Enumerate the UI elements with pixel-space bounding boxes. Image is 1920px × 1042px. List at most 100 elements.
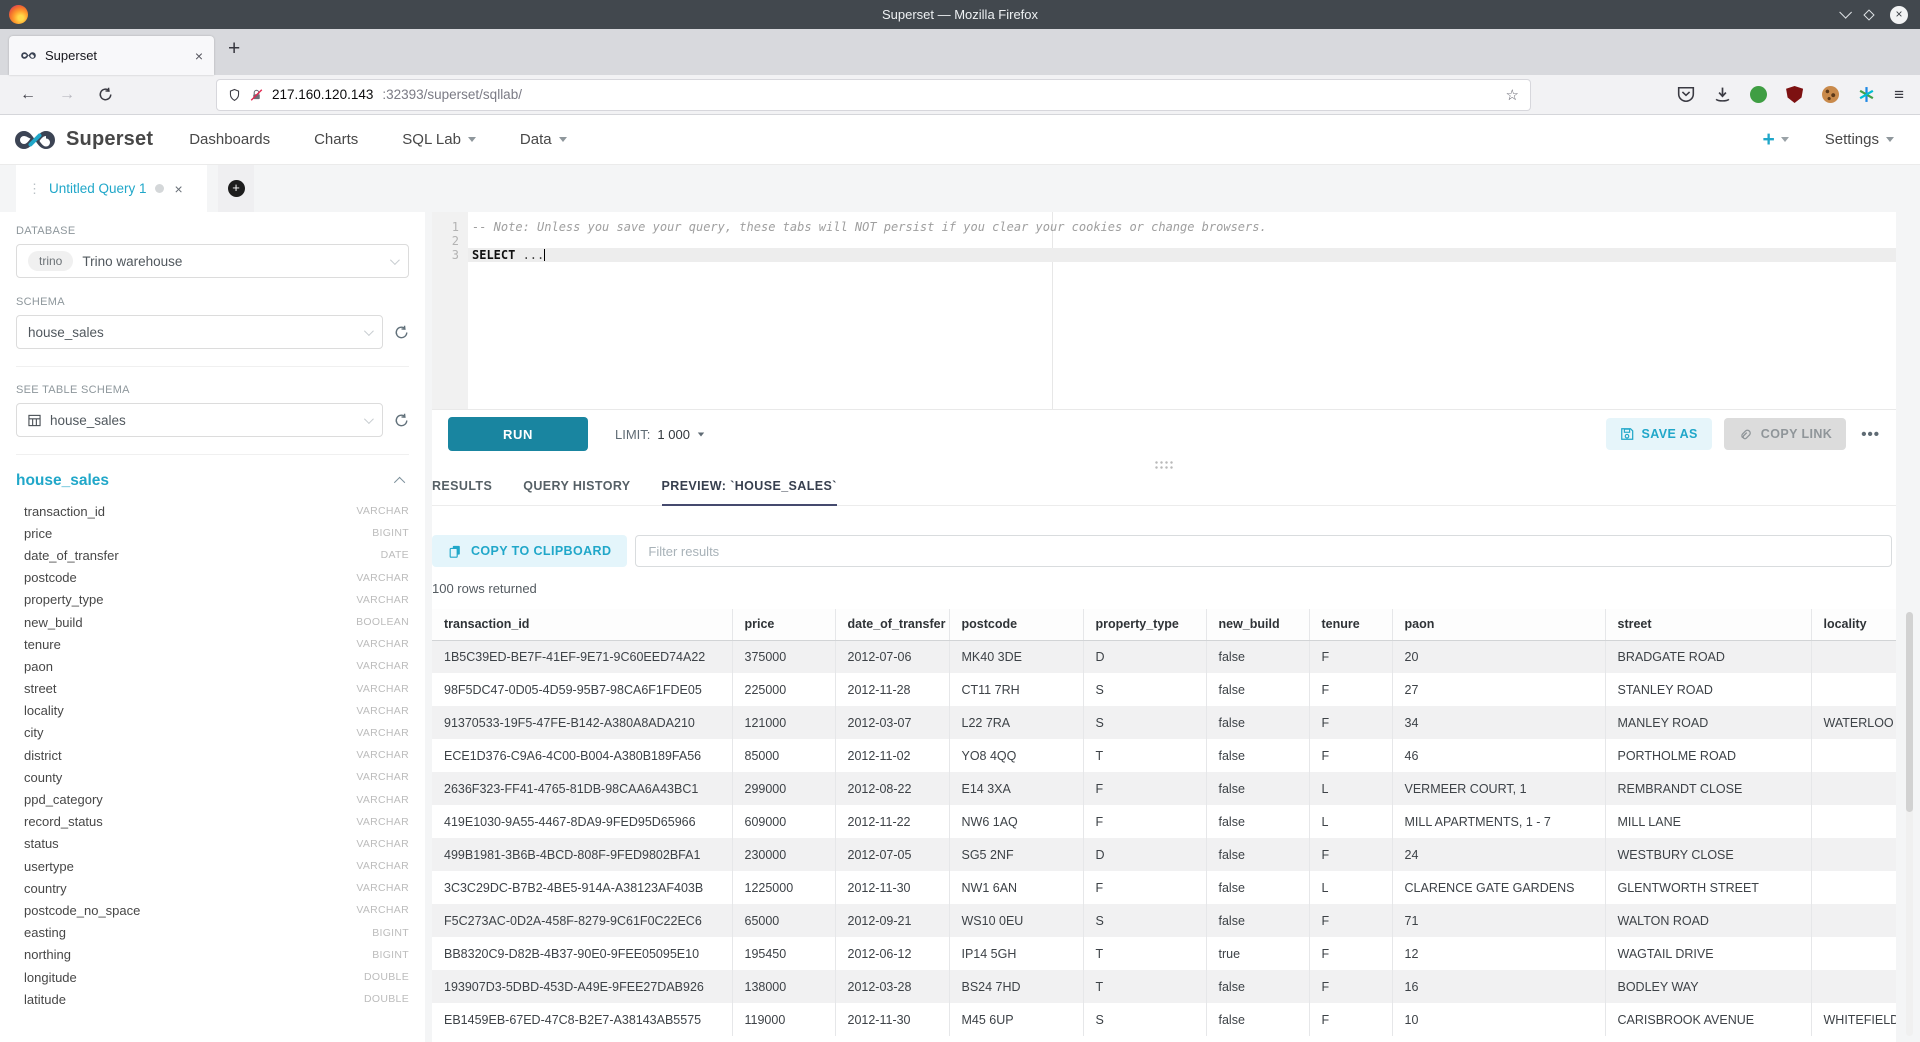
collapse-chevron-icon[interactable] xyxy=(394,477,405,488)
nav-item-dashboards[interactable]: Dashboards xyxy=(189,131,270,148)
window-close-icon[interactable]: × xyxy=(1890,6,1908,24)
refresh-schemas-icon[interactable] xyxy=(394,325,409,340)
download-icon[interactable] xyxy=(1714,86,1731,103)
schema-column-row[interactable]: property_type VARCHAR xyxy=(16,589,409,611)
shield-permissions-icon[interactable] xyxy=(228,88,241,102)
settings-menu[interactable]: Settings xyxy=(1825,131,1894,148)
schema-column-row[interactable]: paon VARCHAR xyxy=(16,655,409,677)
new-item-button[interactable]: + xyxy=(1763,128,1789,152)
results-tab[interactable]: RESULTS xyxy=(432,479,492,505)
schema-column-row[interactable]: ppd_category VARCHAR xyxy=(16,788,409,810)
table-cell: 1B5C39ED-BE7F-41EF-9E71-9C60EED74A22 xyxy=(432,640,732,673)
url-field[interactable]: 217.160.120.143:32393/superset/sqllab/ ☆ xyxy=(217,80,1530,110)
tab-close-icon[interactable]: × xyxy=(195,48,203,64)
schema-column-row[interactable]: usertype VARCHAR xyxy=(16,855,409,877)
schema-column-type: VARCHAR xyxy=(356,660,409,672)
sql-editor[interactable]: 1 2 3 -- Note: Unless you save your quer… xyxy=(432,212,1896,410)
column-header-price[interactable]: price xyxy=(732,609,835,640)
bookmark-star-icon[interactable]: ☆ xyxy=(1506,86,1519,104)
table-cell: 10 xyxy=(1392,1003,1605,1036)
schema-select[interactable]: house_sales xyxy=(16,315,383,349)
save-as-button[interactable]: SAVE AS xyxy=(1606,418,1712,450)
column-header-locality[interactable]: locality xyxy=(1811,609,1896,640)
column-header-paon[interactable]: paon xyxy=(1392,609,1605,640)
line-number: 1 xyxy=(432,220,459,234)
column-header-tenure[interactable]: tenure xyxy=(1309,609,1392,640)
schema-column-row[interactable]: country VARCHAR xyxy=(16,877,409,899)
window-maximize-icon[interactable] xyxy=(1863,9,1874,20)
run-button[interactable]: RUN xyxy=(448,417,588,451)
limit-dropdown[interactable]: LIMIT: 1 000 xyxy=(615,427,705,442)
schema-column-row[interactable]: district VARCHAR xyxy=(16,744,409,766)
window-minimize-icon[interactable] xyxy=(1839,6,1852,19)
new-tab-button[interactable]: + xyxy=(228,37,240,67)
add-query-tab-button[interactable]: + xyxy=(218,165,254,212)
schema-column-row[interactable]: new_build BOOLEAN xyxy=(16,611,409,633)
schema-column-row[interactable]: city VARCHAR xyxy=(16,722,409,744)
cookie-extension-icon[interactable] xyxy=(1822,86,1839,103)
refresh-tables-icon[interactable] xyxy=(394,413,409,428)
pane-resize-handle[interactable] xyxy=(432,458,1896,470)
results-tab-label: QUERY HISTORY xyxy=(523,479,630,493)
pocket-icon[interactable] xyxy=(1677,86,1695,103)
results-tab[interactable]: QUERY HISTORY xyxy=(523,479,630,505)
nav-item-data[interactable]: Data xyxy=(520,131,567,148)
browser-tab-title: Superset xyxy=(45,48,97,63)
schema-column-row[interactable]: locality VARCHAR xyxy=(16,700,409,722)
schema-column-row[interactable]: record_status VARCHAR xyxy=(16,811,409,833)
column-header-street[interactable]: street xyxy=(1605,609,1811,640)
table-cell: S xyxy=(1083,706,1206,739)
schema-column-row[interactable]: longitude DOUBLE xyxy=(16,966,409,988)
query-tab-close-icon[interactable]: × xyxy=(175,181,183,197)
column-header-postcode[interactable]: postcode xyxy=(949,609,1083,640)
schema-column-row[interactable]: county VARCHAR xyxy=(16,766,409,788)
reload-icon[interactable] xyxy=(98,87,113,102)
schema-column-row[interactable]: postcode_no_space VARCHAR xyxy=(16,899,409,921)
copy-to-clipboard-button[interactable]: COPY TO CLIPBOARD xyxy=(432,535,627,567)
schema-column-row[interactable]: northing BIGINT xyxy=(16,944,409,966)
schema-column-row[interactable]: tenure VARCHAR xyxy=(16,633,409,655)
schema-column-row[interactable]: postcode VARCHAR xyxy=(16,567,409,589)
superset-favicon-icon xyxy=(20,50,37,61)
editor-code-area[interactable]: -- Note: Unless you save your query, the… xyxy=(468,212,1896,409)
asterisk-extension-icon[interactable] xyxy=(1858,86,1875,103)
schema-column-row[interactable]: transaction_id VARCHAR xyxy=(16,500,409,522)
filter-results-input[interactable] xyxy=(635,535,1892,567)
more-actions-icon[interactable]: ••• xyxy=(1861,426,1880,443)
superset-logo[interactable]: Superset xyxy=(12,125,153,155)
table-schema-header[interactable]: house_sales xyxy=(16,472,409,490)
table-cell: 2012-07-06 xyxy=(835,640,949,673)
column-header-property_type[interactable]: property_type xyxy=(1083,609,1206,640)
table-cell: 2012-09-21 xyxy=(835,904,949,937)
table-cell: 2012-03-07 xyxy=(835,706,949,739)
table-cell: PORTHOLME ROAD xyxy=(1605,739,1811,772)
column-header-date_of_transfer[interactable]: date_of_transfer xyxy=(835,609,949,640)
forward-icon[interactable]: → xyxy=(59,86,75,104)
query-tab-active[interactable]: ⋮ Untitled Query 1 × xyxy=(16,165,207,212)
schema-column-name: northing xyxy=(24,947,71,962)
schema-column-row[interactable]: easting BIGINT xyxy=(16,922,409,944)
nav-item-sql-lab[interactable]: SQL Lab xyxy=(402,131,476,148)
column-header-transaction_id[interactable]: transaction_id xyxy=(432,609,732,640)
scrollbar-thumb[interactable] xyxy=(1906,612,1913,812)
privacy-badger-icon[interactable] xyxy=(1750,86,1767,103)
browser-tab[interactable]: Superset × xyxy=(9,36,214,75)
hamburger-menu-icon[interactable]: ≡ xyxy=(1894,85,1904,105)
schema-column-row[interactable]: date_of_transfer DATE xyxy=(16,544,409,566)
results-scrollbar[interactable] xyxy=(1906,612,1913,1036)
nav-item-charts[interactable]: Charts xyxy=(314,131,358,148)
table-schema-select[interactable]: house_sales xyxy=(16,403,383,437)
table-cell: BB8320C9-D82B-4B37-90E0-9FEE05095E10 xyxy=(432,937,732,970)
drag-handle-icon[interactable]: ⋮ xyxy=(28,181,41,197)
schema-column-row[interactable]: status VARCHAR xyxy=(16,833,409,855)
ublock-origin-icon[interactable] xyxy=(1786,86,1803,103)
back-icon[interactable]: ← xyxy=(20,86,36,104)
results-tab[interactable]: PREVIEW: `HOUSE_SALES` xyxy=(662,479,837,505)
database-select[interactable]: trino Trino warehouse xyxy=(16,244,409,278)
schema-column-row[interactable]: latitude DOUBLE xyxy=(16,988,409,1010)
insecure-lock-icon[interactable] xyxy=(250,88,263,102)
copy-link-button[interactable]: COPY LINK xyxy=(1724,418,1846,450)
schema-column-row[interactable]: street VARCHAR xyxy=(16,678,409,700)
schema-column-row[interactable]: price BIGINT xyxy=(16,522,409,544)
column-header-new_build[interactable]: new_build xyxy=(1206,609,1309,640)
